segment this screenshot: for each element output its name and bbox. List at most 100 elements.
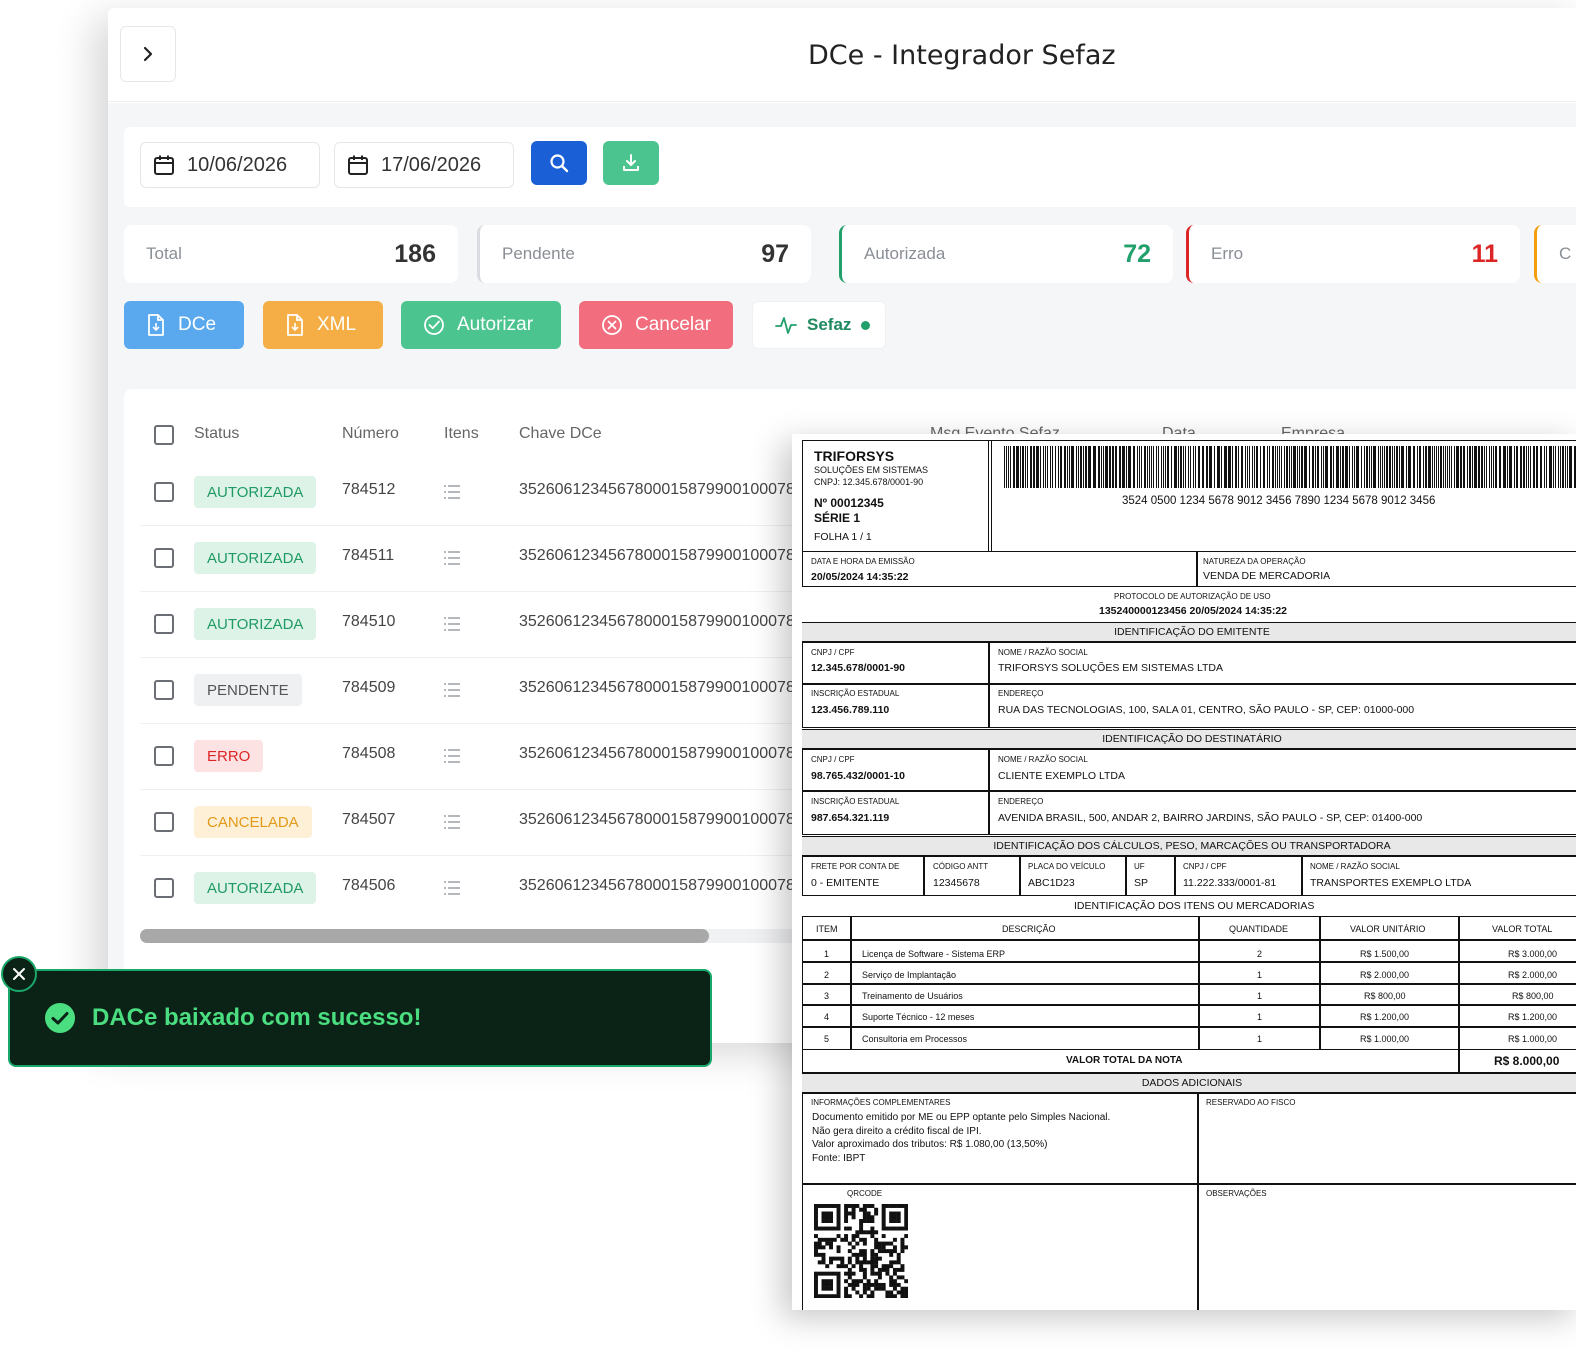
stat-value: 97 [761, 239, 789, 268]
column-header-status[interactable]: Status [194, 425, 239, 443]
item-description: Suporte Técnico - 12 meses [862, 1012, 975, 1022]
barcode-image [1004, 446, 1576, 488]
toast-close-button[interactable] [1, 956, 37, 992]
list-icon[interactable] [443, 682, 461, 698]
download-button[interactable] [603, 141, 659, 185]
stat-value: 186 [394, 239, 436, 268]
file-icon [148, 314, 164, 336]
divider [1458, 1049, 1460, 1073]
autorizar-button-label: Autorizar [457, 314, 534, 335]
divider [1196, 551, 1198, 587]
item-unit-price: R$ 1.000,00 [1360, 1034, 1410, 1044]
list-icon[interactable] [443, 814, 461, 830]
placa-value: ABC1D23 [1028, 877, 1075, 889]
natureza-value: VENDA DE MERCADORIA [1203, 570, 1331, 582]
item-number: 1 [824, 949, 830, 959]
select-all-checkbox[interactable] [154, 425, 174, 445]
divider [988, 642, 990, 728]
numero-cell: 784512 [342, 481, 396, 498]
itens-header-quantidade: QUANTIDADE [1229, 924, 1289, 934]
document-number: Nº 00012345 [814, 496, 884, 510]
ie-label: INSCRIÇÃO ESTADUAL [811, 797, 900, 806]
stat-card-erro: Erro 11 [1186, 225, 1520, 283]
transportadora-cnpj: 11.222.333/0001-81 [1183, 877, 1277, 889]
emitente-endereco: RUA DAS TECNOLOGIAS, 100, SALA 01, CENTR… [998, 704, 1415, 716]
status-badge: PENDENTE [194, 674, 302, 706]
column-header-numero[interactable]: Número [342, 425, 399, 443]
itens-header-unitario: VALOR UNITÁRIO [1350, 924, 1426, 934]
success-toast: DACe baixado com sucesso! [8, 969, 712, 1067]
check-circle-icon [45, 1003, 75, 1033]
emission-row [802, 551, 1576, 587]
row-checkbox[interactable] [154, 746, 174, 766]
nome-label: NOME / RAZÃO SOCIAL [998, 755, 1088, 764]
emitente-title: IDENTIFICAÇÃO DO EMITENTE [802, 622, 1576, 642]
divider [1125, 856, 1127, 896]
numero-cell: 784507 [342, 811, 396, 828]
divider [1019, 856, 1021, 896]
numero-cell: 784508 [342, 745, 396, 762]
stat-value: 72 [1123, 239, 1151, 268]
list-icon[interactable] [443, 748, 461, 764]
valor-total-value: R$ 8.000,00 [1494, 1054, 1560, 1068]
top-bar: DCe - Integrador Sefaz [108, 8, 1576, 102]
row-checkbox[interactable] [154, 680, 174, 700]
date-end-field[interactable]: 17/06/2026 [334, 142, 514, 188]
row-checkbox[interactable] [154, 482, 174, 502]
list-icon[interactable] [443, 880, 461, 896]
antt-value: 12345678 [933, 877, 980, 889]
stat-card-total: Total 186 [124, 225, 458, 283]
column-header-itens[interactable]: Itens [444, 425, 479, 443]
column-header-chave[interactable]: Chave DCe [519, 425, 602, 443]
cnpj-label: CNPJ / CPF [811, 755, 855, 764]
chave-cell: 352606123456780001587990010007845 [519, 679, 813, 696]
item-total: R$ 2.000,00 [1508, 970, 1558, 980]
company-name: TRIFORSYS [814, 448, 895, 464]
xml-button[interactable]: XML [263, 301, 383, 349]
protocol-value: 135240000123456 20/05/2024 14:35:22 [1099, 605, 1288, 617]
divider [802, 961, 1576, 963]
date-end-value: 17/06/2026 [381, 153, 482, 176]
transportadora-nome: TRANSPORTES EXEMPLO LTDA [1310, 877, 1472, 889]
qr-code-image [814, 1204, 908, 1298]
dce-button-label: DCe [178, 314, 217, 335]
item-total: R$ 1.000,00 [1508, 1034, 1558, 1044]
calendar-icon [348, 155, 368, 175]
chave-cell: 352606123456780001587990010007845 [519, 547, 813, 564]
filter-bar: 10/06/2026 17/06/2026 [124, 127, 1576, 207]
row-checkbox[interactable] [154, 878, 174, 898]
destinatario-ie: 987.654.321.119 [811, 812, 890, 824]
search-icon [550, 154, 569, 173]
chave-cell: 352606123456780001587990010007845 [519, 745, 813, 762]
date-start-field[interactable]: 10/06/2026 [140, 142, 320, 188]
row-checkbox[interactable] [154, 812, 174, 832]
destinatario-cnpj: 98.765.432/0001-10 [811, 770, 906, 782]
sefaz-status-button[interactable]: Sefaz [752, 301, 886, 349]
emitente-nome: TRIFORSYS SOLUÇÕES EM SISTEMAS LTDA [998, 662, 1224, 674]
dce-button[interactable]: DCe [124, 301, 244, 349]
divider [802, 1026, 1576, 1028]
row-checkbox[interactable] [154, 614, 174, 634]
toast-message: DACe baixado com sucesso! [92, 1004, 422, 1031]
item-total: R$ 800,00 [1512, 991, 1554, 1001]
list-icon[interactable] [443, 484, 461, 500]
divider [988, 749, 990, 835]
item-total: R$ 1.200,00 [1508, 1012, 1558, 1022]
company-subtitle: SOLUÇÕES EM SISTEMAS [814, 465, 929, 475]
scrollbar-thumb[interactable] [140, 929, 709, 943]
list-icon[interactable] [443, 616, 461, 632]
list-icon[interactable] [443, 550, 461, 566]
row-checkbox[interactable] [154, 548, 174, 568]
item-unit-price: R$ 1.200,00 [1360, 1012, 1410, 1022]
chevron-right-icon [143, 46, 153, 62]
autorizar-button[interactable]: Autorizar [401, 301, 561, 349]
item-unit-price: R$ 2.000,00 [1360, 970, 1410, 980]
info-line: Não gera direito a crédito fiscal de IPI… [812, 1126, 982, 1137]
search-button[interactable] [531, 141, 587, 185]
valor-total-label: VALOR TOTAL DA NOTA [1066, 1055, 1183, 1066]
cancelar-button[interactable]: Cancelar [579, 301, 733, 349]
stat-label: Total [146, 244, 182, 263]
sidebar-toggle-button[interactable] [120, 26, 176, 82]
divider [1197, 1093, 1199, 1310]
file-icon [287, 314, 303, 336]
